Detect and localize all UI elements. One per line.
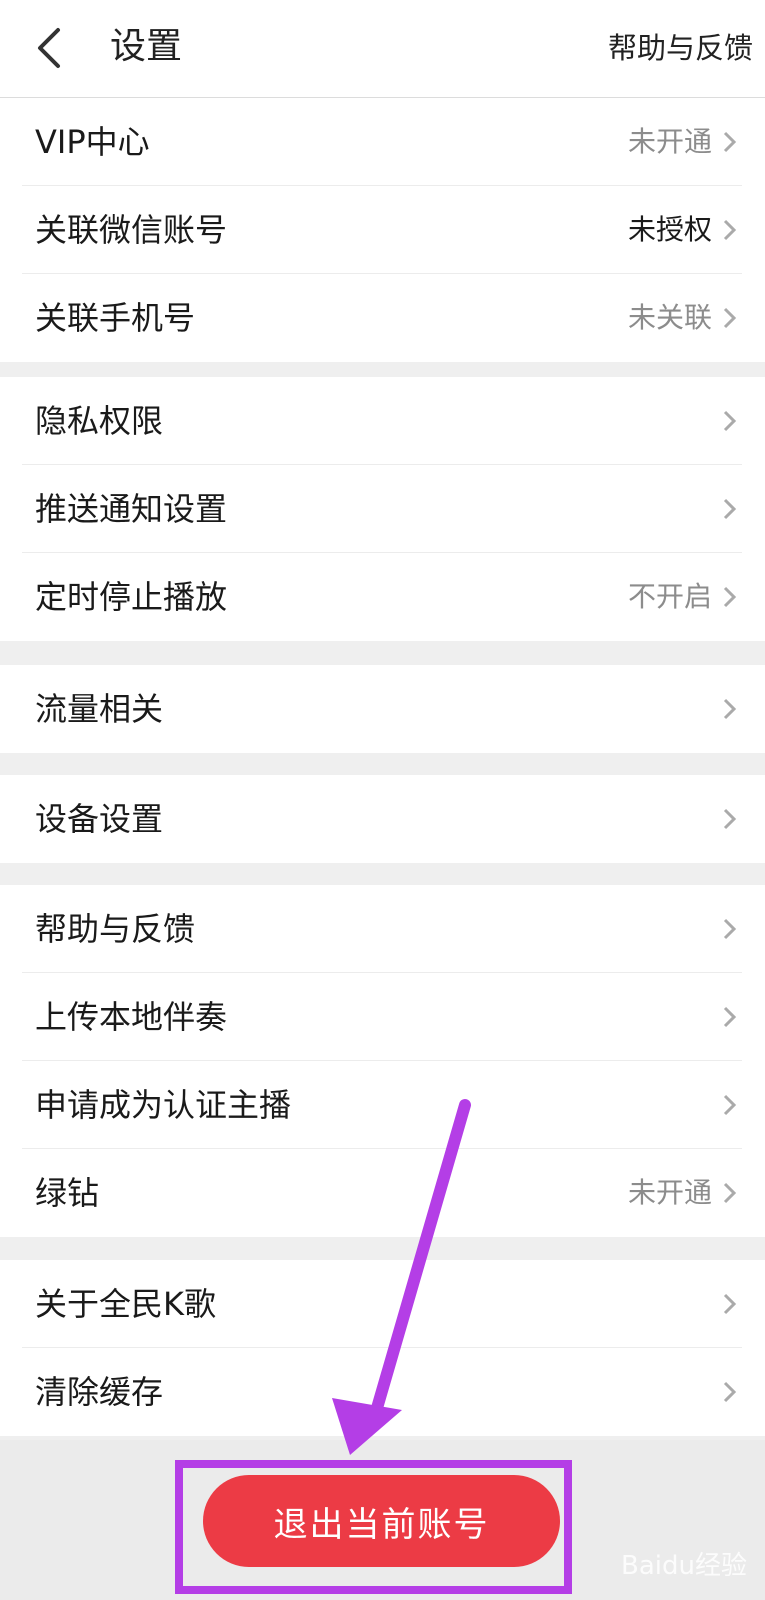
settings-row-push[interactable]: 推送通知设置 <box>22 465 742 553</box>
row-value: 不开启 <box>627 580 712 613</box>
row-value: 未授权 <box>627 213 712 246</box>
settings-group-data: 流量相关 <box>0 665 765 753</box>
settings-row-help[interactable]: 帮助与反馈 <box>22 885 742 973</box>
settings-row-phone[interactable]: 关联手机号 未关联 <box>22 274 742 362</box>
chevron-right-icon <box>723 307 737 329</box>
row-value: 未开通 <box>627 125 712 158</box>
row-label: 隐私权限 <box>35 402 164 440</box>
settings-row-anchor[interactable]: 申请成为认证主播 <box>22 1061 742 1149</box>
row-label: 申请成为认证主播 <box>35 1086 292 1124</box>
settings-row-timer[interactable]: 定时停止播放 不开启 <box>22 553 742 641</box>
chevron-right-icon <box>723 131 737 153</box>
settings-group-account: VIP中心 未开通 关联微信账号 未授权 关联手机号 未关联 <box>0 98 765 362</box>
row-label: 关联微信账号 <box>35 211 228 249</box>
settings-group-device: 设备设置 <box>0 775 765 863</box>
chevron-right-icon <box>723 1006 737 1028</box>
chevron-right-icon <box>723 808 737 830</box>
chevron-right-icon <box>723 1182 737 1204</box>
row-label: 关于全民K歌 <box>35 1285 216 1323</box>
chevron-left-icon[interactable] <box>30 26 70 70</box>
watermark: Baidu经验 <box>621 1551 747 1581</box>
row-value: 未关联 <box>627 301 712 334</box>
row-label: 定时停止播放 <box>35 578 228 616</box>
chevron-right-icon <box>723 498 737 520</box>
chevron-right-icon <box>723 410 737 432</box>
row-label: 绿钻 <box>35 1174 100 1212</box>
settings-group-privacy: 隐私权限 推送通知设置 定时停止播放 不开启 <box>0 377 765 641</box>
settings-row-clear-cache[interactable]: 清除缓存 <box>22 1348 742 1436</box>
chevron-right-icon <box>723 1293 737 1315</box>
row-value: 未开通 <box>627 1176 712 1209</box>
chevron-right-icon <box>723 1381 737 1403</box>
row-label: 上传本地伴奏 <box>35 998 228 1036</box>
settings-row-green-diamond[interactable]: 绿钻 未开通 <box>22 1149 742 1237</box>
logout-button[interactable]: 退出当前账号 <box>203 1475 560 1567</box>
settings-row-vip[interactable]: VIP中心 未开通 <box>22 98 742 186</box>
row-label: 关联手机号 <box>35 299 196 337</box>
title-bar: 设置 帮助与反馈 <box>0 0 765 98</box>
chevron-right-icon <box>723 1094 737 1116</box>
chevron-right-icon <box>723 586 737 608</box>
row-label: 设备设置 <box>35 800 164 838</box>
settings-row-traffic[interactable]: 流量相关 <box>22 665 742 753</box>
page-title: 设置 <box>110 26 183 67</box>
settings-group-help: 帮助与反馈 上传本地伴奏 申请成为认证主播 绿钻 未开通 <box>0 885 765 1237</box>
row-label: 流量相关 <box>35 690 164 728</box>
row-label: 帮助与反馈 <box>35 910 196 948</box>
row-label: VIP中心 <box>35 123 150 161</box>
settings-row-upload[interactable]: 上传本地伴奏 <box>22 973 742 1061</box>
settings-row-wechat[interactable]: 关联微信账号 未授权 <box>22 186 742 274</box>
chevron-right-icon <box>723 219 737 241</box>
chevron-right-icon <box>723 698 737 720</box>
row-label: 推送通知设置 <box>35 490 228 528</box>
settings-row-about[interactable]: 关于全民K歌 <box>22 1260 742 1348</box>
settings-row-device[interactable]: 设备设置 <box>22 775 742 863</box>
help-feedback-link[interactable]: 帮助与反馈 <box>608 28 753 68</box>
chevron-right-icon <box>723 918 737 940</box>
settings-group-about: 关于全民K歌 清除缓存 <box>0 1260 765 1436</box>
row-label: 清除缓存 <box>35 1373 164 1411</box>
settings-row-privacy[interactable]: 隐私权限 <box>22 377 742 465</box>
